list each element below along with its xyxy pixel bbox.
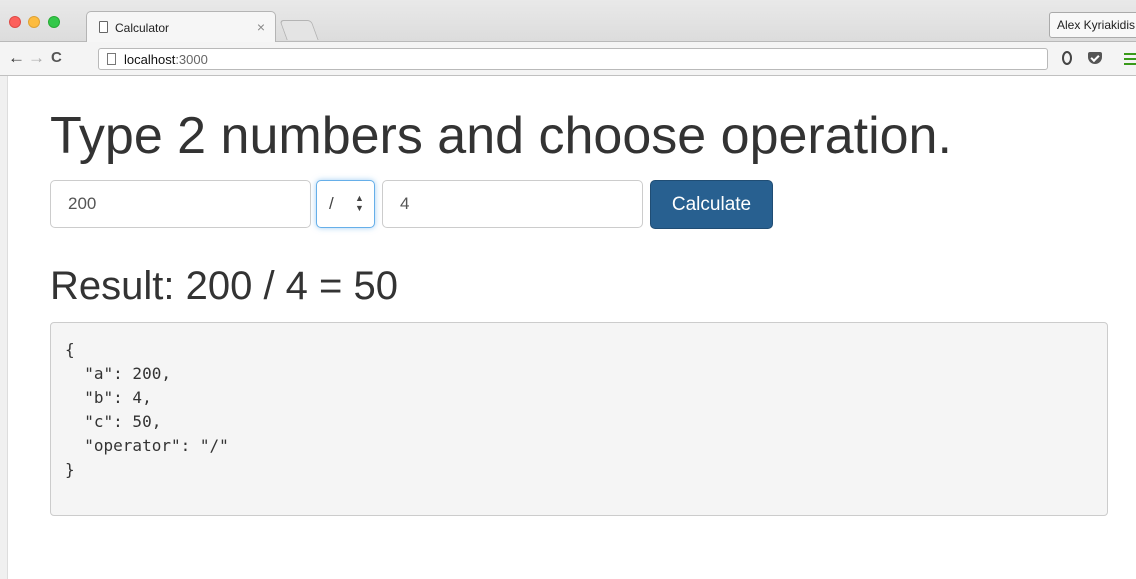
zoom-window-button[interactable] — [48, 16, 60, 28]
url-host: localhost — [124, 52, 176, 67]
tab-title: Calculator — [115, 21, 170, 35]
browser-toolbar: ← → C localhost:3000 — [0, 42, 1136, 76]
pocket-extension-icon[interactable] — [1088, 52, 1102, 64]
back-arrow-icon[interactable]: ← — [8, 48, 25, 68]
json-output: { "a": 200, "b": 4, "c": 50, "operator":… — [50, 322, 1108, 516]
menu-icon[interactable] — [1124, 53, 1136, 55]
select-arrows-icon: ▲ ▼ — [355, 193, 364, 213]
result-heading: Result: 200 / 4 = 50 — [50, 264, 399, 308]
url-text: localhost:3000 — [124, 52, 208, 67]
close-window-button[interactable] — [9, 16, 21, 28]
opera-extension-icon[interactable] — [1062, 51, 1072, 65]
operator-value: / — [329, 194, 334, 213]
profile-button[interactable]: Alex Kyriakidis — [1049, 12, 1136, 38]
page-title: Type 2 numbers and choose operation. — [50, 107, 952, 165]
page-icon — [107, 53, 116, 65]
operator-select[interactable]: / ▲ ▼ — [316, 180, 375, 228]
browser-tab-bar: Calculator × Alex Kyriakidis — [0, 0, 1136, 42]
forward-arrow-icon[interactable]: → — [28, 48, 45, 68]
window-edge — [0, 76, 8, 579]
url-port: :3000 — [175, 52, 208, 67]
new-tab-button[interactable] — [279, 20, 319, 40]
reload-icon[interactable]: C — [51, 48, 62, 68]
minimize-window-button[interactable] — [28, 16, 40, 28]
number-a-input[interactable]: 200 — [50, 180, 311, 228]
number-b-input[interactable]: 4 — [382, 180, 643, 228]
calculate-button[interactable]: Calculate — [650, 180, 773, 229]
close-tab-icon[interactable]: × — [257, 19, 265, 35]
address-bar[interactable]: localhost:3000 — [98, 48, 1048, 70]
browser-tab[interactable]: Calculator × — [86, 11, 276, 42]
page-icon — [99, 21, 108, 33]
